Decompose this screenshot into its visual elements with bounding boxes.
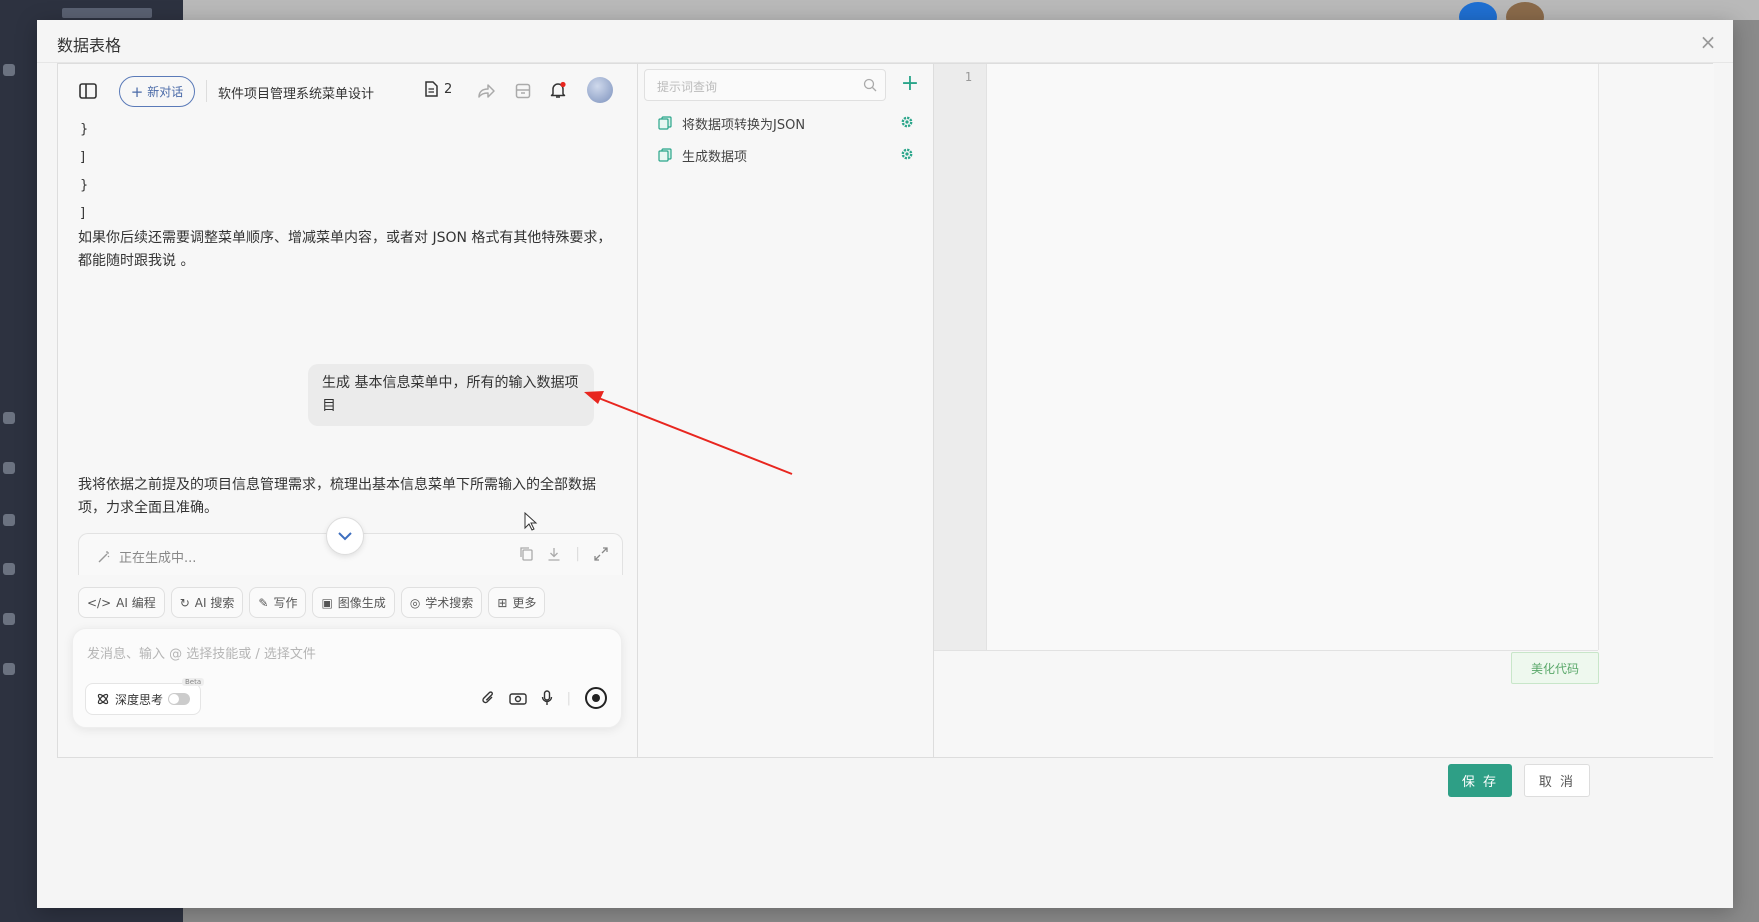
divider: | [575,546,580,562]
prompt-item[interactable]: 将数据项转换为JSON [658,112,918,134]
divider [206,80,207,102]
image-icon: ▣ [321,595,333,610]
bg-sidebar-icon [3,514,15,526]
academic-icon: ◎ [409,595,421,610]
new-chat-button[interactable]: + 新对话 [119,76,195,107]
download-icon[interactable] [547,547,561,561]
pen-icon: ✎ [258,595,269,610]
cancel-button[interactable]: 取 消 [1524,764,1590,797]
close-icon[interactable]: × [1699,32,1717,52]
skill-image-generation[interactable]: ▣ 图像生成 [312,587,395,618]
code-tail-line: ] [80,150,86,165]
code-icon: </> [87,595,112,610]
bg-sidebar-icon [3,663,15,675]
bg-sidebar-icon [3,412,15,424]
code-tail-line: ] [80,206,86,221]
skill-ai-coding[interactable]: </> AI 编程 [78,587,165,618]
ai-chat-panel: + 新对话 软件项目管理系统菜单设计 2}]}] 如果你后续还需要调整菜… [58,64,638,757]
sidebar-toggle-icon[interactable] [78,81,98,101]
divider [934,650,1598,651]
microphone-icon[interactable] [541,690,553,706]
code-tail-line: } [80,122,89,137]
bg-sidebar-icon [3,462,15,474]
composer-actions: | [481,687,607,709]
divider: | [566,690,571,706]
message-composer[interactable]: 发消息、输入 @ 选择技能或 / 选择文件 深度思考 Beta | [72,628,622,728]
data-table-modal: 数据表格 × + 新对话 软件项目管理系统菜单设计 2}]}] 如果你后… [37,20,1733,908]
code-textarea[interactable] [987,64,1599,650]
paperclip-icon[interactable] [481,690,495,706]
refresh-search-icon: ↻ [179,595,190,610]
new-chat-label: 新对话 [147,85,184,99]
atom-icon [97,693,109,705]
copy-icon [658,148,672,162]
search-icon[interactable] [863,78,877,92]
prompt-search-placeholder: 提示词查询 [657,80,718,94]
documents-button[interactable]: 2 [424,81,452,97]
generating-actions: | [520,546,608,562]
generating-status: 正在生成中... [97,547,196,566]
gear-icon[interactable] [900,147,914,161]
modal-content: + 新对话 软件项目管理系统菜单设计 2}]}] 如果你后续还需要调整菜… [57,63,1714,758]
document-count: 2 [444,81,453,97]
document-icon [425,81,438,97]
background-brand [62,8,152,18]
background-header [183,0,1759,32]
user-message: 生成 基本信息菜单中，所有的输入数据项目 [308,364,594,426]
grid-icon: ⊞ [497,595,508,610]
deep-think-toggle[interactable]: 深度思考 [85,683,201,715]
plus-icon: + [130,82,144,101]
screenshot-icon[interactable] [508,691,527,705]
prompt-item[interactable]: 生成数据项 [658,144,918,166]
skill-bar: </> AI 编程 ↻ AI 搜索 ✎ 写作 ▣ 图像生成 ◎ 学术搜索 ⊞ 更… [78,587,546,618]
code-tail-line: } [80,178,89,193]
skill-label: 更多 [512,596,537,610]
skill-label: 学术搜索 [425,596,474,610]
gear-icon[interactable] [900,115,914,129]
add-prompt-button[interactable]: + [900,71,920,97]
share-icon[interactable] [477,81,497,101]
skill-more[interactable]: ⊞ 更多 [488,587,546,618]
prompt-item-label: 生成数据项 [682,149,748,165]
line-number-gutter: 1 [934,64,987,650]
scroll-down-button[interactable] [326,517,364,555]
copy-icon[interactable] [520,547,533,561]
message-input[interactable]: 发消息、输入 @ 选择技能或 / 选择文件 [87,643,316,662]
magic-wand-icon [98,550,110,562]
skill-academic-search[interactable]: ◎ 学术搜索 [400,587,483,618]
conversation-title: 软件项目管理系统菜单设计 [218,87,375,102]
bell-icon[interactable] [548,80,568,100]
skill-label: 写作 [273,596,298,610]
expand-icon[interactable] [594,547,608,561]
skill-ai-search[interactable]: ↻ AI 搜索 [170,587,244,618]
beautify-code-button[interactable]: 美化代码 [1511,652,1599,684]
send-button[interactable] [585,687,607,709]
prompt-item-label: 将数据项转换为JSON [682,117,806,133]
archive-icon[interactable] [513,81,533,101]
bg-sidebar-icon [3,563,15,575]
json-code-editor: 1 美化代码 [934,64,1714,757]
save-button[interactable]: 保 存 [1448,764,1512,797]
avatar[interactable] [587,77,613,103]
message-list: } ] } ] 如果你后续还需要调整菜单顺序、增减菜单内容，或者对 JSON 格… [78,118,623,568]
deep-think-switch[interactable] [168,693,190,705]
skill-label: 图像生成 [337,596,386,610]
generating-text: 正在生成中... [119,551,197,566]
prompt-search-input[interactable]: 提示词查询 [644,69,886,101]
bg-sidebar-icon [3,613,15,625]
mouse-cursor-icon [524,512,538,531]
prompt-panel: 提示词查询 + 将数据项转换为JSON 生成数据项 [638,64,934,757]
modal-title: 数据表格 [57,36,122,55]
line-number: 1 [964,70,972,84]
skill-label: AI 编程 [116,596,156,610]
chat-toolbar: + 新对话 软件项目管理系统菜单设计 2 [58,64,638,118]
chevron-down-icon [338,531,352,540]
bg-sidebar-icon [3,64,15,76]
beta-badge: Beta [182,678,205,686]
skill-writing[interactable]: ✎ 写作 [249,587,307,618]
skill-label: AI 搜索 [194,596,235,610]
deep-think-label: 深度思考 [115,692,164,707]
copy-icon [658,116,672,130]
ai-message: 如果你后续还需要调整菜单顺序、增减菜单内容，或者对 JSON 格式有其他特殊要求… [78,230,612,269]
